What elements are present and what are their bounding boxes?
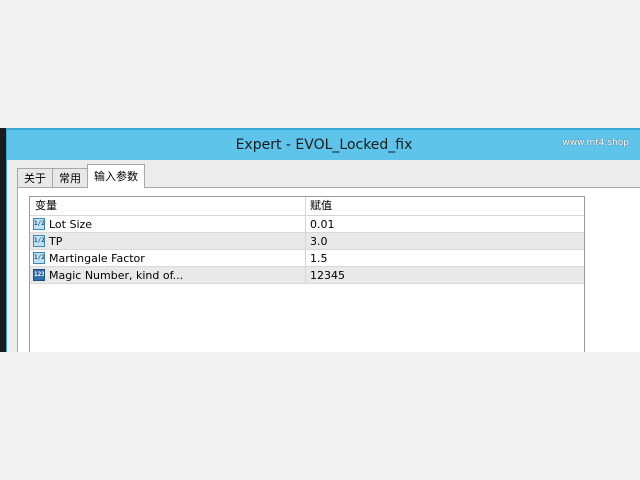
- integer-value-icon: 123: [33, 269, 45, 281]
- window-title: Expert - EVOL_Locked_fix: [235, 137, 413, 153]
- table-row[interactable]: 1/2 Martingale Factor 1.5: [30, 250, 584, 267]
- parameter-name-cell: 1/2 TP: [30, 233, 306, 249]
- parameter-name-cell: 1/2 Lot Size: [30, 216, 306, 232]
- parameter-name: Martingale Factor: [49, 251, 145, 265]
- parameter-value[interactable]: 3.0: [306, 233, 584, 249]
- parameter-name-cell: 1/2 Martingale Factor: [30, 250, 306, 266]
- double-value-icon: 1/2: [33, 252, 45, 264]
- table-row[interactable]: 123 Magic Number, kind of... 12345: [30, 267, 584, 284]
- tab-strip: 关于 常用 输入参数: [17, 164, 145, 188]
- parameter-value[interactable]: 12345: [306, 267, 584, 283]
- parameter-name: Magic Number, kind of...: [49, 268, 184, 282]
- page: Expert - EVOL_Locked_fix www.mt4.shop 关于…: [0, 0, 640, 480]
- tab-common[interactable]: 常用: [52, 168, 88, 188]
- parameter-name: TP: [49, 234, 63, 248]
- table-row[interactable]: 1/2 Lot Size 0.01: [30, 216, 584, 233]
- column-header-value[interactable]: 赋值: [306, 197, 584, 215]
- parameter-name-cell: 123 Magic Number, kind of...: [30, 267, 306, 283]
- column-header-variable[interactable]: 变量: [30, 197, 306, 215]
- titlebar[interactable]: Expert - EVOL_Locked_fix www.mt4.shop: [7, 128, 640, 160]
- double-value-icon: 1/2: [33, 235, 45, 247]
- parameter-name: Lot Size: [49, 217, 93, 231]
- tab-about[interactable]: 关于: [17, 168, 53, 188]
- parameter-value[interactable]: 1.5: [306, 250, 584, 266]
- inputs-tab-panel: 变量 赋值 1/2 Lot Size 0.01 1/2 TP 3.0 1/2 M…: [17, 187, 640, 352]
- double-value-icon: 1/2: [33, 218, 45, 230]
- watermark: www.mt4.shop: [562, 138, 629, 148]
- tab-inputs[interactable]: 输入参数: [87, 164, 145, 188]
- screenshot-area: Expert - EVOL_Locked_fix www.mt4.shop 关于…: [0, 128, 640, 352]
- expert-properties-dialog: Expert - EVOL_Locked_fix www.mt4.shop 关于…: [6, 128, 640, 352]
- parameter-value[interactable]: 0.01: [306, 216, 584, 232]
- grid-header: 变量 赋值: [30, 197, 584, 216]
- table-row[interactable]: 1/2 TP 3.0: [30, 233, 584, 250]
- parameters-grid: 变量 赋值 1/2 Lot Size 0.01 1/2 TP 3.0 1/2 M…: [29, 196, 585, 352]
